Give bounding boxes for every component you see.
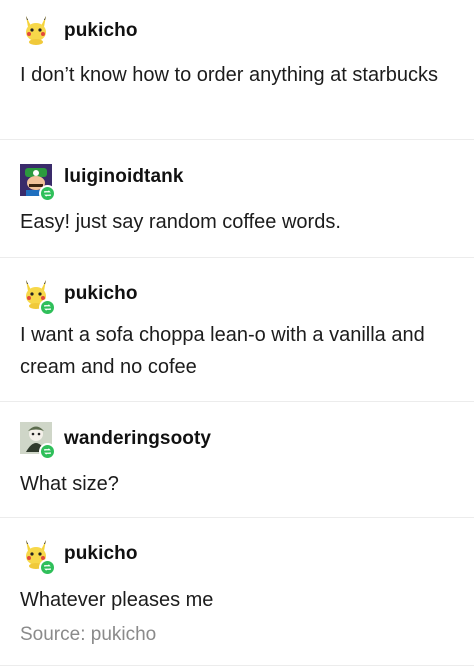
avatar[interactable] bbox=[20, 164, 56, 202]
post: pukicho I don’t know how to order anythi… bbox=[0, 0, 474, 140]
post: pukicho I want a sofa choppa lean-o with… bbox=[0, 258, 474, 402]
reblog-icon bbox=[39, 559, 56, 576]
post-text: Easy! just say random coffee words. bbox=[20, 211, 341, 233]
post-text: Whatever pleases me bbox=[20, 589, 214, 611]
username[interactable]: pukicho bbox=[64, 543, 138, 565]
reblog-icon bbox=[39, 443, 56, 460]
reblog-icon bbox=[39, 185, 56, 202]
avatar[interactable] bbox=[20, 422, 56, 460]
avatar[interactable] bbox=[20, 14, 52, 46]
post: wanderingsooty What size? bbox=[0, 402, 474, 518]
pikachu-icon bbox=[26, 16, 46, 45]
username[interactable]: pukicho bbox=[64, 283, 138, 305]
username[interactable]: luiginoidtank bbox=[64, 166, 184, 188]
username[interactable]: wanderingsooty bbox=[64, 428, 211, 450]
post-text: What size? bbox=[20, 473, 119, 495]
post-text: I don’t know how to order anything at st… bbox=[20, 64, 439, 86]
source-link[interactable]: Source: pukicho bbox=[20, 624, 156, 646]
post-text: I want a sofa choppa lean-o with a vanil… bbox=[20, 324, 425, 378]
reblog-icon bbox=[39, 299, 56, 316]
post: luiginoidtank Easy! just say random coff… bbox=[0, 140, 474, 258]
username[interactable]: pukicho bbox=[64, 20, 138, 42]
avatar[interactable] bbox=[20, 278, 56, 316]
reblog-thread: pukicho I don’t know how to order anythi… bbox=[0, 0, 474, 666]
avatar[interactable] bbox=[20, 538, 56, 576]
